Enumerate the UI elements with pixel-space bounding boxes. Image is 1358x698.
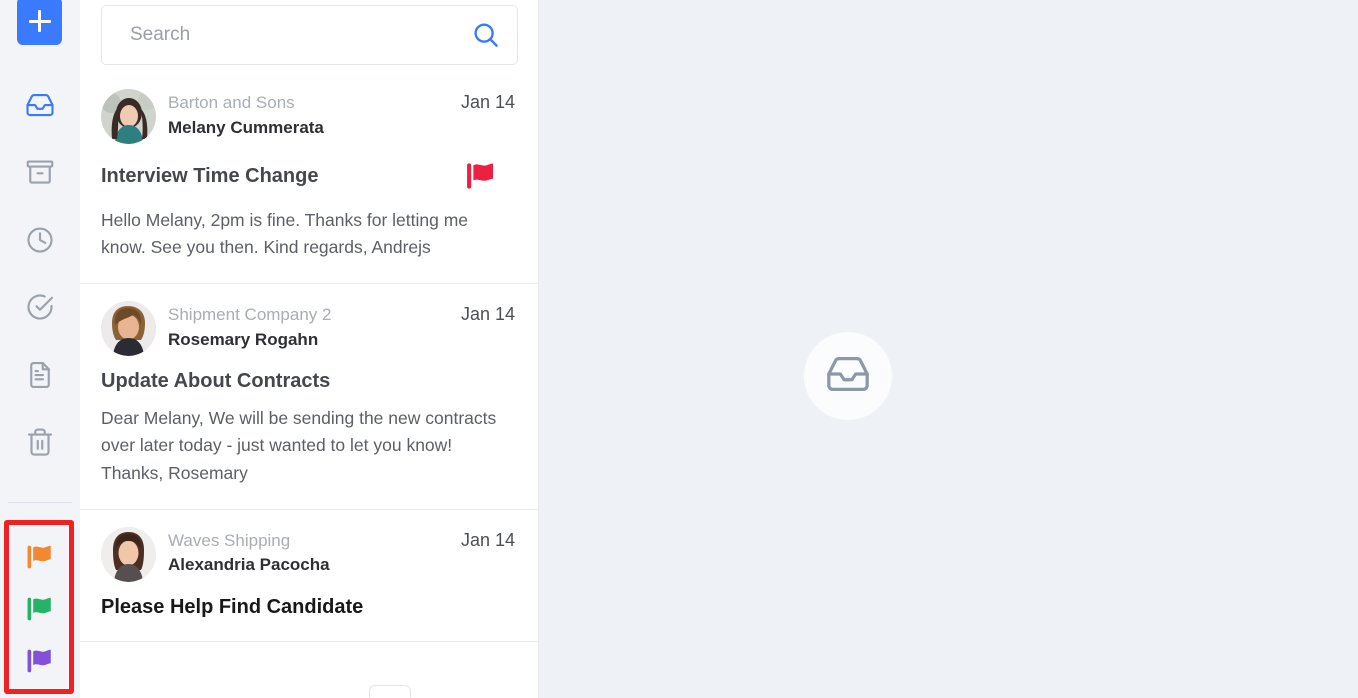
sidebar-item-inbox[interactable] <box>17 82 63 128</box>
flag-icon <box>23 592 57 631</box>
message-preview: Dear Melany, We will be sending the new … <box>101 408 497 483</box>
message-date: Jan 14 <box>460 529 515 550</box>
search-box[interactable] <box>101 5 518 65</box>
archive-icon <box>25 157 55 187</box>
sender-block: Barton and Sons Melany Cummerata <box>156 89 455 140</box>
plus-icon <box>28 10 51 32</box>
message-header: Shipment Company 2 Rosemary Rogahn Jan 1… <box>101 301 515 357</box>
sender-name: Melany Cummerata <box>168 117 324 137</box>
message-preview: Hello Melany, 2pm is fine. Thanks for le… <box>101 210 469 258</box>
message-header: Waves Shipping Alexandria Pacocha Jan 14 <box>101 526 515 582</box>
sidebar-item-flag-green[interactable] <box>17 588 63 634</box>
sidebar-rail <box>0 0 80 698</box>
flag-icon <box>23 540 57 579</box>
subject-row: Update About Contracts <box>101 369 515 393</box>
sender-name: Rosemary Rogahn <box>168 329 319 349</box>
clock-icon <box>25 225 55 255</box>
inbox-icon <box>825 351 871 402</box>
message-subject: Interview Time Change <box>101 165 319 187</box>
avatar <box>101 301 156 357</box>
empty-state-badge <box>804 332 892 420</box>
search-bar <box>101 5 518 65</box>
compose-button[interactable] <box>17 0 62 45</box>
search-icon[interactable] <box>471 20 501 50</box>
avatar <box>101 89 156 144</box>
message-date: Jan 14 <box>460 304 515 325</box>
message-list: Barton and Sons Melany Cummerata Jan 14 … <box>80 72 538 698</box>
sidebar-item-flag-orange[interactable] <box>17 536 63 582</box>
sidebar-item-archive[interactable] <box>17 149 63 195</box>
flag-icon <box>23 644 57 683</box>
company-name: Waves Shipping <box>168 530 291 550</box>
flag-icon[interactable] <box>462 157 515 195</box>
search-input[interactable] <box>130 24 471 46</box>
sender-block: Waves Shipping Alexandria Pacocha <box>156 527 455 578</box>
document-icon <box>25 360 55 390</box>
company-name: Barton and Sons <box>168 93 295 112</box>
list-item[interactable]: Shipment Company 2 Rosemary Rogahn Jan 1… <box>80 284 538 510</box>
message-subject: Update About Contracts <box>101 370 331 393</box>
sidebar-item-flag-purple[interactable] <box>17 640 63 686</box>
sender-name: Alexandria Pacocha <box>168 555 330 575</box>
trash-icon <box>25 427 55 457</box>
message-date: Jan 14 <box>460 92 515 112</box>
list-footer-button[interactable] <box>369 685 411 698</box>
company-name: Shipment Company 2 <box>168 305 332 325</box>
list-item[interactable]: Barton and Sons Melany Cummerata Jan 14 … <box>80 72 538 285</box>
reading-pane <box>539 0 1358 698</box>
check-circle-icon <box>25 292 55 322</box>
sidebar-item-drafts[interactable] <box>17 352 63 398</box>
sidebar-divider <box>8 502 72 503</box>
subject-row: Interview Time Change <box>101 157 515 195</box>
message-header: Barton and Sons Melany Cummerata Jan 14 <box>101 89 515 144</box>
message-list-panel: Barton and Sons Melany Cummerata Jan 14 … <box>80 0 539 698</box>
sender-block: Shipment Company 2 Rosemary Rogahn <box>156 301 455 352</box>
inbox-icon <box>25 90 55 120</box>
sidebar-item-trash[interactable] <box>17 419 63 465</box>
sidebar-item-done[interactable] <box>17 284 63 330</box>
avatar <box>101 526 156 582</box>
sidebar-item-snoozed[interactable] <box>17 217 63 263</box>
mail-app: Barton and Sons Melany Cummerata Jan 14 … <box>0 0 1358 698</box>
message-subject: Please Help Find Candidate <box>101 595 364 618</box>
subject-row: Please Help Find Candidate <box>101 595 515 619</box>
list-item[interactable]: Waves Shipping Alexandria Pacocha Jan 14… <box>80 509 538 642</box>
